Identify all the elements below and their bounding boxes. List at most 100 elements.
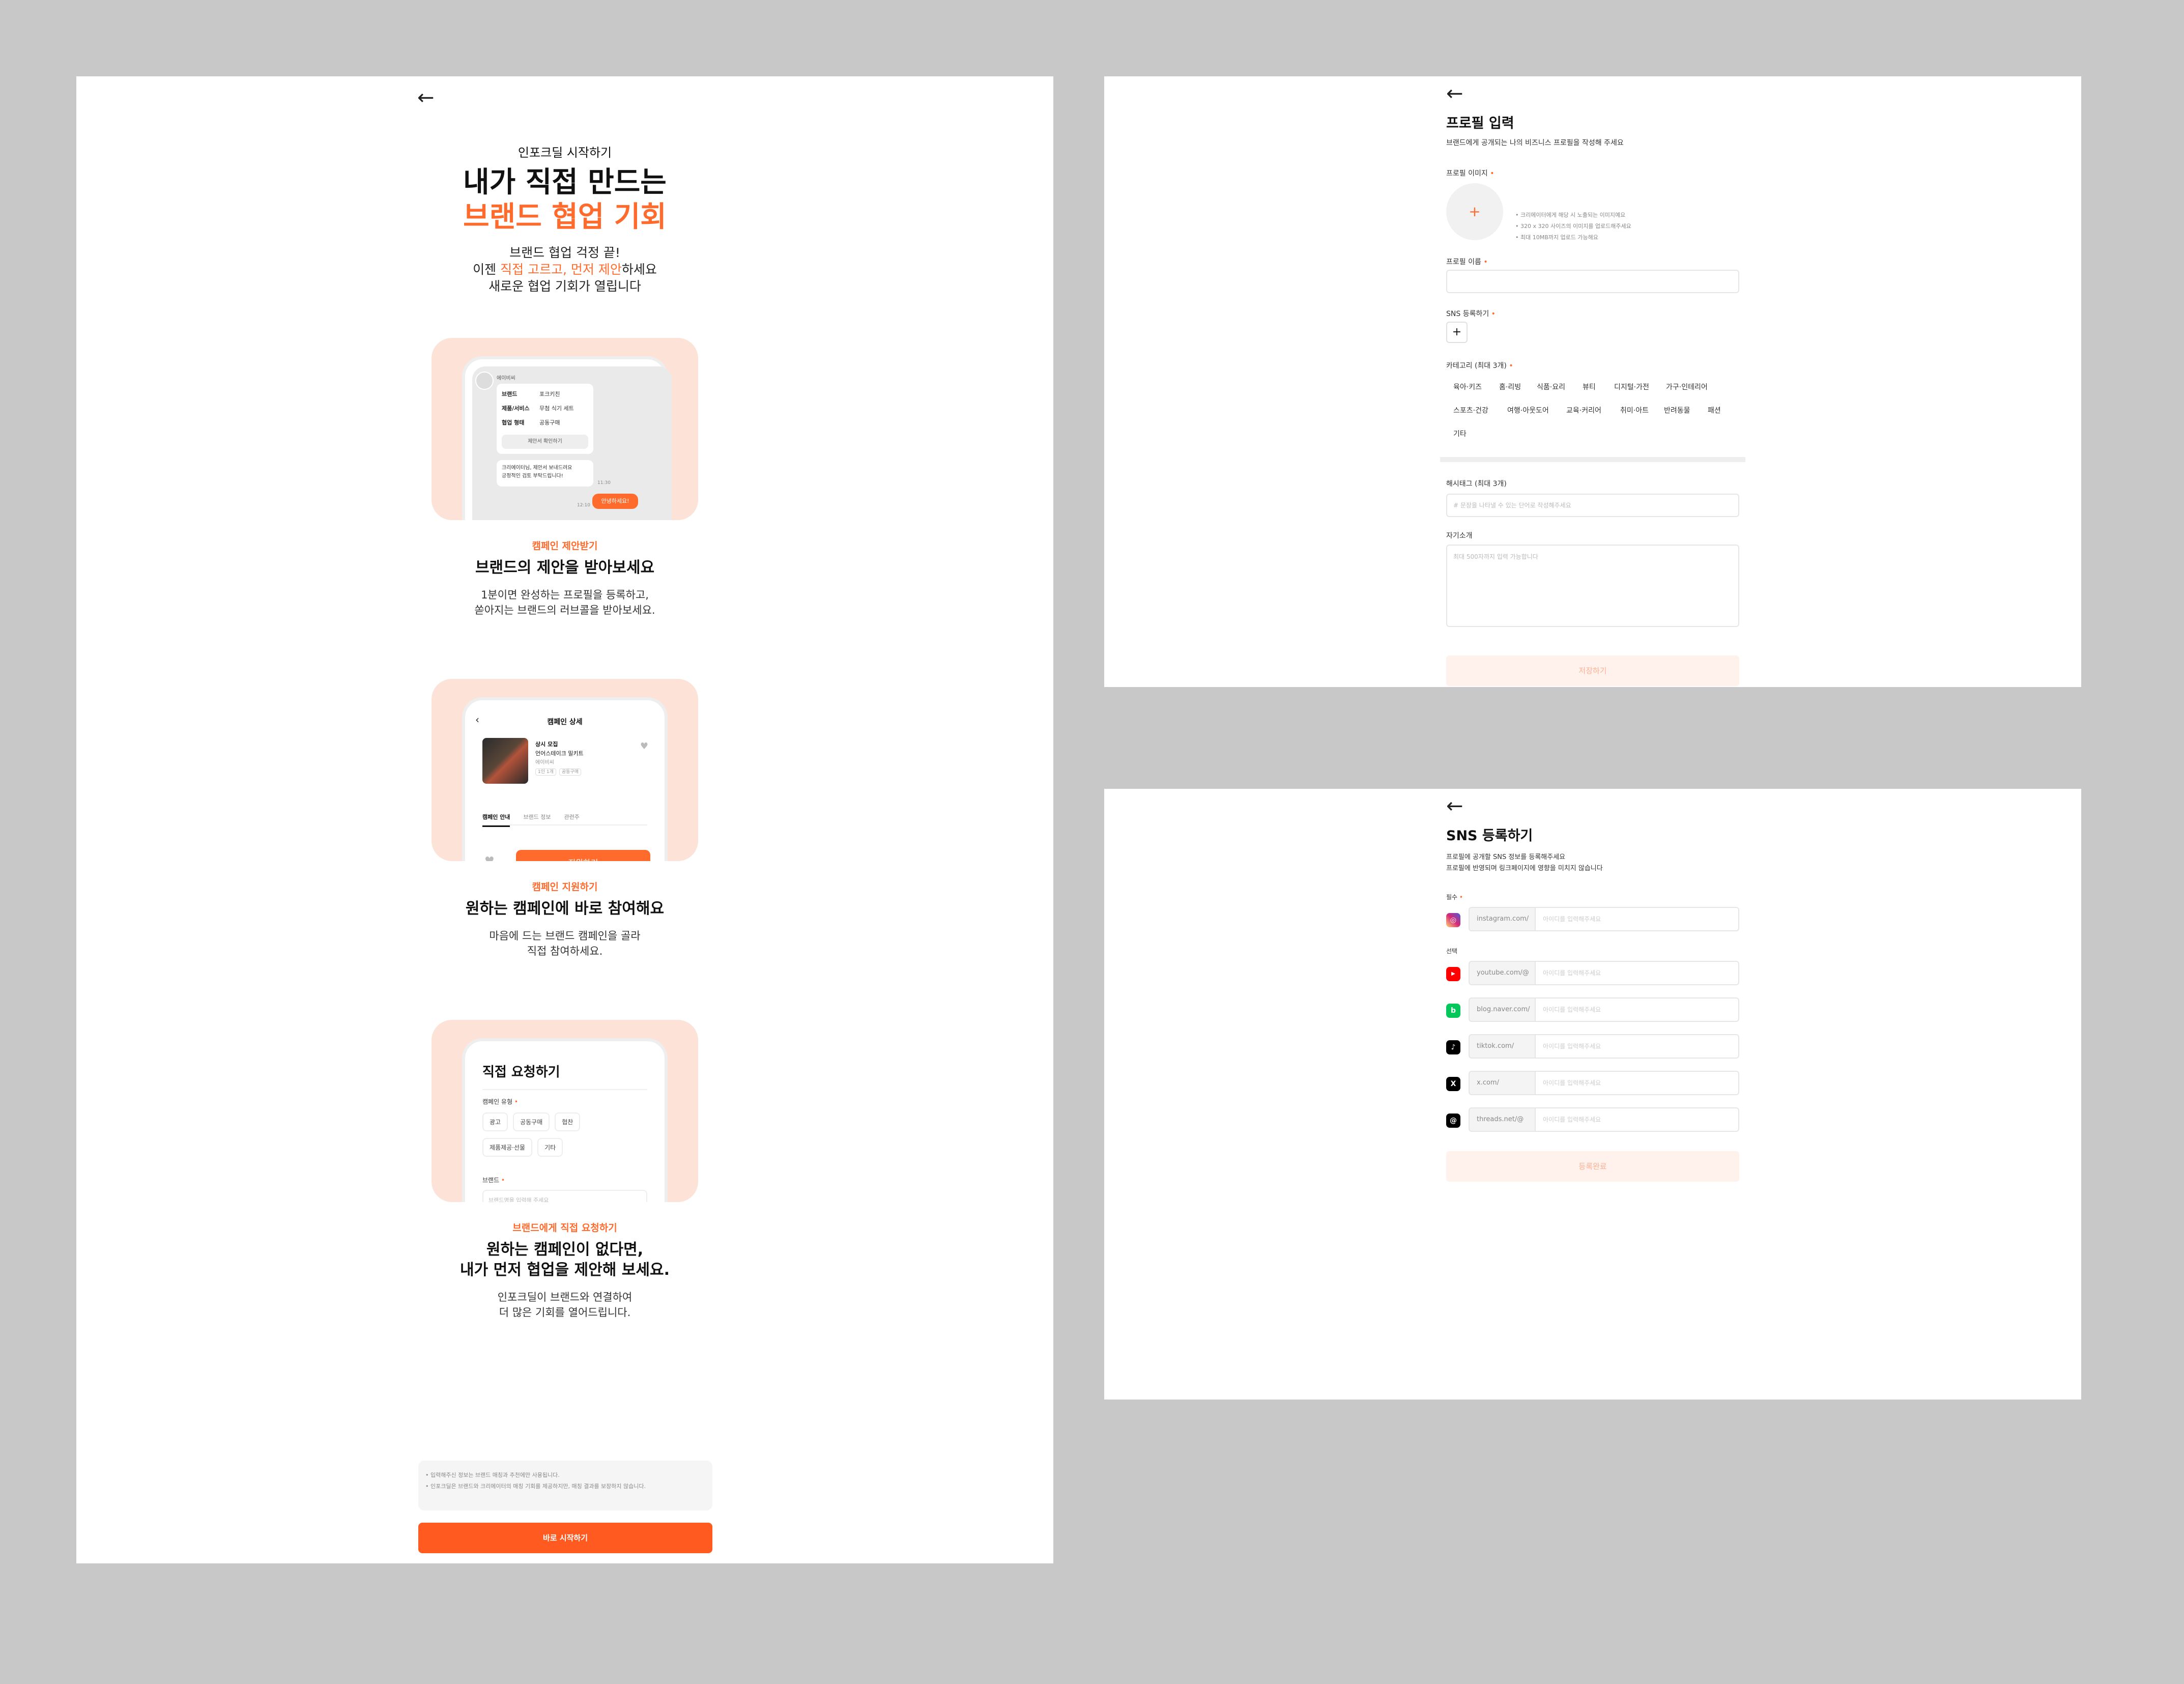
category-chip[interactable]: 기타	[1446, 422, 1474, 445]
proposal-illustration-card: 에이비씨 브랜드 포크키친 제품/서비스 무첨 식기 세트 협업 형태 공동구매 제안…	[432, 338, 698, 520]
brand-field-label-text: 브랜드	[482, 1177, 500, 1184]
sns-prefix: threads.net/@	[1469, 1107, 1536, 1132]
message-line2: 긍정적인 검토 부탁드립니다!	[502, 473, 563, 479]
intro-textarea[interactable]: 최대 500자까지 입력 가능합니다	[1446, 545, 1739, 627]
brand-value: 포크키친	[539, 391, 560, 397]
campaign-info: 상시 모집 언어스테이크 밀키트 에이비씨 1인 1개 공동구매	[535, 740, 584, 777]
category-chip[interactable]: 디지털·가전	[1607, 376, 1656, 398]
view-proposal-button[interactable]: 제안서 확인하기	[502, 435, 588, 449]
sns-row-youtube: ▶ youtube.com/@ 아이디를 입력해주세요	[1446, 961, 1739, 985]
add-sns-button[interactable]: +	[1446, 322, 1468, 343]
youtube-id-input[interactable]: 아이디를 입력해주세요	[1536, 961, 1739, 985]
arrow-left-icon[interactable]: ←	[1446, 83, 1463, 104]
onboarding-screen: ← 인포크딜 시작하기 내가 직접 만드는 브랜드 협업 기회 브랜드 협업 걱…	[76, 76, 1053, 1563]
chip-sponsor[interactable]: 협찬	[555, 1112, 581, 1131]
campaign-recruit: 상시 모집	[535, 741, 558, 748]
sns-row-naver-blog: b blog.naver.com/ 아이디를 입력해주세요	[1446, 997, 1739, 1022]
campaign-brand: 에이비씨	[535, 760, 554, 765]
category-label-text: 카테고리 (최대 3개)	[1446, 362, 1507, 370]
category-chip[interactable]: 교육·커리어	[1559, 399, 1608, 421]
hero-desc-line2: 이젠 직접 고르고, 먼저 제안하세요	[76, 261, 1053, 278]
type-label: 협업 형태	[502, 419, 525, 426]
category-chip[interactable]: 가구·인테리어	[1659, 376, 1715, 398]
add-image-button[interactable]: +	[1446, 183, 1503, 240]
sns-label-text: SNS 등록하기	[1446, 310, 1489, 318]
plus-icon: +	[1452, 326, 1462, 338]
avatar	[475, 372, 494, 390]
subtitle-line2: 프로필에 반영되며 링크페이지에 영향을 미치지 않습니다	[1446, 865, 1603, 872]
naver-blog-icon: b	[1446, 1004, 1460, 1018]
profile-name-input[interactable]	[1446, 270, 1739, 293]
tab-brand-info[interactable]: 브랜드 정보	[523, 809, 551, 825]
hero-desc-post: 하세요	[621, 262, 657, 277]
chip-ad[interactable]: 광고	[482, 1112, 508, 1131]
required-label-text: 필수	[1446, 894, 1458, 901]
chip-group-buy[interactable]: 공동구매	[513, 1112, 550, 1131]
apply-button[interactable]: 지원하기	[516, 850, 650, 861]
hero-desc-line1: 브랜드 협업 걱정 끝!	[509, 245, 620, 260]
x-id-input[interactable]: 아이디를 입력해주세요	[1536, 1071, 1739, 1095]
page-subtitle: 프로필에 공개할 SNS 정보를 등록해주세요 프로필에 반영되며 링크페이지에…	[1446, 852, 1603, 874]
reply-time: 12:10	[577, 503, 590, 508]
naver-blog-id-input[interactable]: 아이디를 입력해주세요	[1536, 997, 1739, 1022]
product-label: 제품/서비스	[502, 405, 530, 412]
category-chip[interactable]: 여행·아웃도어	[1500, 399, 1556, 421]
category-chip[interactable]: 반려동물	[1657, 399, 1698, 421]
tiktok-id-input[interactable]: 아이디를 입력해주세요	[1536, 1034, 1739, 1059]
sns-row-x: X x.com/ 아이디를 입력해주세요	[1446, 1071, 1739, 1095]
chat-sender: 에이비씨	[497, 376, 515, 381]
campaign-detail-mockup: ‹ 캠페인 상세 상시 모집 언어스테이크 밀키트 에이비씨 1인 1개 공동구매…	[472, 707, 657, 861]
start-now-button[interactable]: 바로 시작하기	[418, 1523, 712, 1553]
section1-desc-line2: 쏟아지는 브랜드의 러브콜을 받아보세요.	[474, 604, 655, 616]
hero-title: 내가 직접 만드는 브랜드 협업 기회	[76, 165, 1053, 235]
category-chip[interactable]: 홈·리빙	[1492, 376, 1528, 398]
divider	[482, 1089, 647, 1090]
section3-desc-line2: 더 많은 기회를 열어드립니다.	[499, 1306, 631, 1319]
save-button[interactable]: 저장하기	[1446, 655, 1739, 686]
chip-etc[interactable]: 기타	[537, 1138, 563, 1157]
category-chip[interactable]: 스포츠·건강	[1446, 399, 1496, 421]
campaign-type-chips: 광고 공동구매 협찬	[482, 1112, 585, 1131]
hashtag-input[interactable]: # 문장을 나타낼 수 있는 단어로 작성해주세요	[1446, 494, 1739, 517]
chip-product-gift[interactable]: 제품제공·선물	[482, 1138, 533, 1157]
hero-desc-pre: 이젠	[473, 262, 501, 277]
message-line1: 크리에이터님, 제안서 보내드려요	[502, 465, 572, 471]
message-bubble: 크리에이터님, 제안서 보내드려요 긍정적인 검토 부탁드립니다!	[497, 460, 593, 487]
phone-mockup: 직접 요청하기 캠페인 유형 • 광고 공동구매 협찬 제품제공·선물 기타 브랜드 …	[462, 1038, 668, 1202]
section1-title: 브랜드의 제안을 받아보세요	[475, 559, 655, 577]
section3-title-line2: 내가 먼저 협업을 제안해 보세요.	[460, 1261, 670, 1279]
image-hint-1: • 크리에이터에게 해당 시 노출되는 이미지예요	[1515, 212, 1626, 218]
category-chip[interactable]: 식품·요리	[1530, 376, 1572, 398]
tab-campaign-info[interactable]: 캠페인 안내	[482, 809, 510, 827]
section1-desc: 1분이면 완성하는 프로필을 등록하고, 쏟아지는 브랜드의 러브콜을 받아보세…	[76, 587, 1053, 618]
hero-kicker: 인포크딜 시작하기	[518, 146, 612, 160]
arrow-left-icon[interactable]: ←	[1446, 796, 1463, 816]
profile-input-screen: ← 프로필 입력 브랜드에게 공개되는 나의 비즈니스 프로필을 작성해 주세요…	[1104, 76, 2081, 687]
sns-prefix: tiktok.com/	[1469, 1034, 1536, 1059]
campaign-tabs: 캠페인 안내 브랜드 정보 관련주	[482, 809, 647, 827]
arrow-left-icon[interactable]: ←	[417, 88, 435, 108]
category-chip[interactable]: 취미·아트	[1613, 399, 1656, 421]
threads-id-input[interactable]: 아이디를 입력해주세요	[1536, 1107, 1739, 1132]
category-chip[interactable]: 뷰티	[1575, 376, 1603, 398]
reply-bubble: 안녕하세요!	[592, 494, 638, 509]
section2-title: 원하는 캠페인에 바로 참여해요	[465, 900, 665, 918]
heart-icon[interactable]: ♥	[640, 741, 648, 752]
brand-input[interactable]: 브랜드명을 입력해 주세요	[482, 1190, 647, 1202]
section2-desc: 마음에 드는 브랜드 캠페인을 골라 직접 참여하세요.	[76, 928, 1053, 959]
profile-image-label-text: 프로필 이미지	[1446, 169, 1488, 178]
instagram-id-input[interactable]: 아이디를 입력해주세요	[1536, 907, 1739, 931]
notice-line1: • 입력해주신 정보는 브랜드 매칭과 추천에만 사용됩니다.	[425, 1472, 560, 1478]
sns-label: SNS 등록하기 •	[1446, 310, 1496, 318]
tab-related[interactable]: 관련주	[564, 809, 580, 825]
heart-icon[interactable]: ♥	[484, 855, 495, 861]
hero-desc-highlight: 직접 고르고, 먼저 제안	[500, 262, 622, 277]
request-form-mockup: 직접 요청하기 캠페인 유형 • 광고 공동구매 협찬 제품제공·선물 기타 브랜드 …	[472, 1048, 657, 1202]
submit-button[interactable]: 등록완료	[1446, 1151, 1739, 1182]
x-icon: X	[1446, 1077, 1460, 1091]
section2-kicker: 캠페인 지원하기	[532, 881, 598, 893]
image-hint-2: • 320 x 320 사이즈의 이미지를 업로드해주세요	[1515, 223, 1631, 230]
category-chip[interactable]: 육아·키즈	[1446, 376, 1489, 398]
category-chip[interactable]: 패션	[1701, 399, 1728, 421]
phone-mockup: 에이비씨 브랜드 포크키친 제품/서비스 무첨 식기 세트 협업 형태 공동구매 제안…	[462, 356, 672, 520]
